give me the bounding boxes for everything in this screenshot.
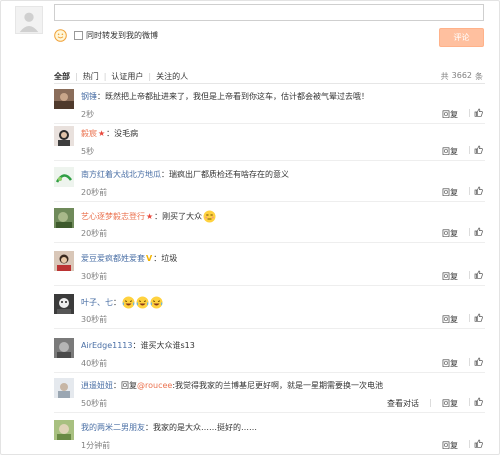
star-badge-icon: ★ xyxy=(98,129,106,138)
comment-username[interactable]: 爱豆爱疯都姓爱套 xyxy=(81,253,145,264)
comment-time: 20秒前 xyxy=(81,229,108,238)
comment-text: 没毛病 xyxy=(114,129,139,138)
emoji-picker-icon[interactable] xyxy=(54,29,67,42)
like-button[interactable]: | xyxy=(468,145,483,154)
comment-username[interactable]: 钢锤 xyxy=(81,91,97,102)
reply-button[interactable]: 回复 xyxy=(442,398,458,409)
tab-hot[interactable]: 热门 xyxy=(78,71,104,82)
divider xyxy=(54,83,485,84)
comment-time: 5秒 xyxy=(81,147,95,156)
thumbs-up-icon xyxy=(474,313,483,322)
submit-comment-button[interactable]: 评论 xyxy=(439,28,484,47)
avatar[interactable] xyxy=(54,251,74,271)
avatar[interactable] xyxy=(54,378,74,398)
reply-button[interactable]: 回复 xyxy=(442,109,458,120)
comment-time: 30秒前 xyxy=(81,272,108,281)
repost-checkbox[interactable] xyxy=(74,31,83,40)
mention-link[interactable]: @roucee xyxy=(137,381,172,390)
comment-count: 共 3662 条 xyxy=(440,71,483,81)
avatar[interactable] xyxy=(54,89,74,109)
like-button[interactable]: | xyxy=(468,357,483,366)
like-button[interactable]: | xyxy=(468,186,483,195)
thumbs-up-icon xyxy=(474,397,483,406)
reply-button[interactable]: 回复 xyxy=(442,440,458,451)
laughing-face-icon xyxy=(122,296,135,309)
comment-username[interactable]: 艺心逐梦毅志登行 xyxy=(81,211,145,222)
avatar[interactable] xyxy=(54,167,74,187)
comment-text: 谁买大众谁s13 xyxy=(140,341,195,350)
like-button[interactable]: | xyxy=(468,108,483,117)
avatar[interactable] xyxy=(54,126,74,146)
thumbs-up-icon xyxy=(474,108,483,117)
comment-username[interactable]: 我的两米二男朋友 xyxy=(81,422,145,433)
comment-time: 2秒 xyxy=(81,110,95,119)
comment-username[interactable]: 毅宸 xyxy=(81,128,97,139)
laughing-face-icon xyxy=(150,296,163,309)
verified-badge-icon: V xyxy=(146,254,153,263)
thumbs-up-icon xyxy=(474,439,483,448)
comment-panel: 同时转发到我的微博 评论 全部 | 热门 | 认证用户 | 关注的人 共 366… xyxy=(0,0,500,455)
comment-filter-tabs: 全部 | 热门 | 认证用户 | 关注的人 xyxy=(54,71,193,82)
avatar[interactable] xyxy=(54,338,74,358)
thumbs-up-icon xyxy=(474,227,483,236)
comment-username[interactable]: AirEdge1113 xyxy=(81,341,132,350)
repost-label: 同时转发到我的微博 xyxy=(86,31,158,40)
like-button[interactable]: | xyxy=(468,313,483,322)
comment-text: 瑞疯出厂都质检还有啥存在的意义 xyxy=(169,170,289,179)
comment-time: 20秒前 xyxy=(81,188,108,197)
tab-all[interactable]: 全部 xyxy=(54,71,75,82)
comment-time: 40秒前 xyxy=(81,359,108,368)
comment-username[interactable]: 叶子、七 xyxy=(81,297,113,308)
comment-text: :我觉得我家的兰博基尼更好啊，就是一星期需要换一次电池 xyxy=(172,381,384,390)
comment-username[interactable]: 逍遥妞妞 xyxy=(81,380,113,391)
reply-button[interactable]: 回复 xyxy=(442,358,458,369)
repost-option[interactable]: 同时转发到我的微博 xyxy=(74,30,158,41)
thumbs-up-icon xyxy=(474,145,483,154)
thumbs-up-icon xyxy=(474,186,483,195)
laughing-face-icon xyxy=(136,296,149,309)
like-button[interactable]: | xyxy=(468,270,483,279)
thumbs-up-icon xyxy=(474,357,483,366)
avatar[interactable] xyxy=(54,208,74,228)
reply-button[interactable]: 回复 xyxy=(442,314,458,325)
reply-button[interactable]: 回复 xyxy=(442,146,458,157)
comment-time: 50秒前 xyxy=(81,399,108,408)
view-conversation-link[interactable]: 查看对话 xyxy=(387,398,419,409)
like-button[interactable]: | xyxy=(468,439,483,448)
current-user-avatar xyxy=(15,6,43,34)
comment-time: 30秒前 xyxy=(81,315,108,324)
comment-text: 垃圾 xyxy=(161,254,178,263)
like-button[interactable]: | xyxy=(468,397,483,406)
comment-text: 刚买了大众 xyxy=(162,212,203,221)
tab-verified[interactable]: 认证用户 xyxy=(106,71,148,82)
like-button[interactable]: | xyxy=(468,227,483,236)
avatar[interactable] xyxy=(54,420,74,440)
embarrassed-face-icon xyxy=(203,210,216,223)
comment-input[interactable] xyxy=(54,4,484,21)
tab-following[interactable]: 关注的人 xyxy=(151,71,193,82)
comment-username[interactable]: 南方红着大战北方地瓜 xyxy=(81,169,161,180)
reply-button[interactable]: 回复 xyxy=(442,228,458,239)
avatar[interactable] xyxy=(54,294,74,314)
comment-time: 1分钟前 xyxy=(81,441,111,450)
comment-text: 既然把上帝都扯进来了，我但是上帝看到你这车，估计都会被气晕过去哦！ xyxy=(105,92,369,101)
reply-button[interactable]: 回复 xyxy=(442,187,458,198)
star-badge-icon: ★ xyxy=(146,212,154,221)
comment-text: 我家的是大众……挺好的…… xyxy=(153,423,257,432)
reply-button[interactable]: 回复 xyxy=(442,271,458,282)
thumbs-up-icon xyxy=(474,270,483,279)
